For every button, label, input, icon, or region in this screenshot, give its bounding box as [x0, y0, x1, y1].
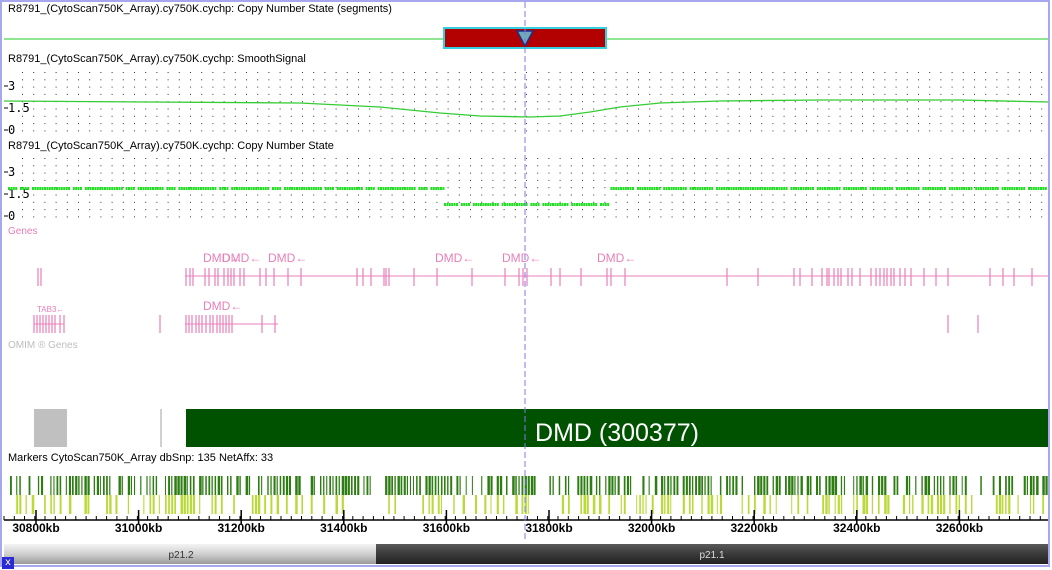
- omim-gene-grey-block[interactable]: [34, 409, 67, 447]
- genome-browser-viewer[interactable]: 3 1.5 0 3 1.5 0 DMD← DMD← DMD← DMD← DMD←…: [0, 0, 1052, 570]
- gene-label-dmd-6[interactable]: DMD←: [597, 251, 636, 265]
- marker-bars-netaffx: [16, 495, 1045, 514]
- axis-label-32200kb: 32200kb: [731, 521, 778, 535]
- track-label-cn-state: R8791_(CytoScan750K_Array).cy750K.cychp:…: [8, 140, 334, 152]
- axis-label-31200kb: 31200kb: [218, 521, 265, 535]
- track-label-genes: Genes: [8, 226, 38, 237]
- axis-label-31000kb: 31000kb: [115, 521, 162, 535]
- axis-tick-labels: 30800kb 31000kb 31200kb 31400kb 31600kb 31800…: [12, 521, 983, 535]
- axis-label-32000kb: 32000kb: [628, 521, 675, 535]
- axis-label-31400kb: 31400kb: [320, 521, 367, 535]
- gene-label-dmd-5[interactable]: DMD←: [502, 251, 541, 265]
- cn-ytick-3: 3: [8, 165, 15, 179]
- ideogram-band-label-left: p21.2: [168, 550, 193, 561]
- axis-label-30800kb: 30800kb: [12, 521, 59, 535]
- gene-label-tab3[interactable]: TAB3←: [37, 305, 64, 314]
- smooth-ytick-0: 0: [8, 123, 15, 137]
- marker-bars-dbsnp: [10, 476, 1048, 495]
- smooth-ytick-1.5: 1.5: [8, 101, 30, 115]
- track-canvas[interactable]: 3 1.5 0 3 1.5 0 DMD← DMD← DMD← DMD← DMD←…: [0, 0, 1052, 570]
- gene-exons-row1[interactable]: [37, 268, 1033, 286]
- close-x-button[interactable]: x: [2, 557, 14, 569]
- track-label-segments: R8791_(CytoScan750K_Array).cy750K.cychp:…: [8, 3, 392, 15]
- smooth-ytick-3: 3: [8, 79, 15, 93]
- axis-label-31800kb: 31800kb: [525, 521, 572, 535]
- gene-label-dmd-2[interactable]: DMD←: [222, 251, 261, 265]
- gene-label-dmd-short[interactable]: DMD←: [203, 299, 242, 313]
- gene-exons-row2[interactable]: [33, 315, 979, 333]
- track-label-markers: Markers CytoScan750K_Array dbSnp: 135 Ne…: [8, 452, 274, 464]
- axis-label-32400kb: 32400kb: [833, 521, 880, 535]
- cn-state-points: [8, 187, 1047, 206]
- ideogram-band-label-right: p21.1: [699, 550, 724, 561]
- track-label-omim: OMIM ® Genes: [8, 340, 78, 351]
- omim-gene-dmd-title: DMD (300377): [535, 419, 699, 447]
- track-label-smooth-signal: R8791_(CytoScan750K_Array).cy750K.cychp:…: [8, 53, 306, 65]
- axis-label-31600kb: 31600kb: [423, 521, 470, 535]
- gene-label-dmd-4[interactable]: DMD←: [435, 251, 474, 265]
- cn-ytick-0: 0: [8, 209, 15, 223]
- axis-label-32600kb: 32600kb: [936, 521, 983, 535]
- gene-label-dmd-3[interactable]: DMD←: [268, 251, 307, 265]
